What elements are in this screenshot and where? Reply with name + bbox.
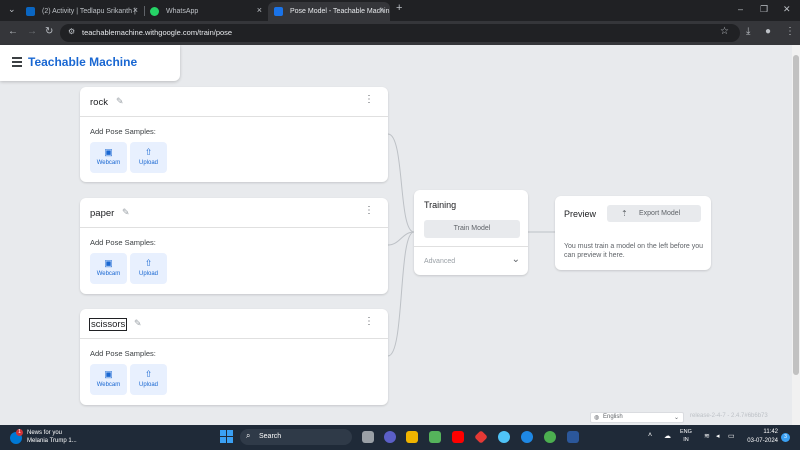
start-button[interactable] xyxy=(220,430,233,443)
clock[interactable]: 11:42 03-07-2024 xyxy=(740,428,778,446)
app-icon[interactable] xyxy=(498,431,510,443)
globe-icon: ◍ xyxy=(594,415,600,421)
class-name[interactable]: rock xyxy=(90,97,108,108)
upload-button[interactable]: ⇧ Upload xyxy=(130,142,167,173)
class-options-icon[interactable]: ⋮ xyxy=(364,95,374,105)
pencil-edit-icon[interactable]: ✎ xyxy=(134,318,142,329)
chevron-down-icon: ⌄ xyxy=(673,415,679,421)
pencil-edit-icon[interactable]: ✎ xyxy=(122,207,130,218)
chat-icon[interactable] xyxy=(384,431,396,443)
store-icon[interactable] xyxy=(429,431,441,443)
upload-icon: ⇧ xyxy=(144,258,153,268)
class-options-icon[interactable]: ⋮ xyxy=(364,206,374,216)
add-samples-label: Add Pose Samples: xyxy=(90,238,156,247)
notification-icon[interactable]: 3 xyxy=(781,433,790,442)
windows-taskbar: 1 News for you Melania Trump 1... ⌕ Sear… xyxy=(0,425,800,450)
upload-button[interactable]: ⇧ Upload xyxy=(130,364,167,395)
hamburger-menu-icon[interactable] xyxy=(12,57,22,69)
version-label: release-2-4-7 - 2.4.7#6b6b73 xyxy=(690,413,768,419)
app-icon[interactable] xyxy=(474,430,488,444)
preview-card: Preview ⇡ Export Model You must train a … xyxy=(555,196,711,270)
class-name-input[interactable]: scissors xyxy=(89,318,128,331)
pencil-edit-icon[interactable]: ✎ xyxy=(116,96,124,107)
language-select[interactable]: ◍ English ⌄ xyxy=(590,412,684,423)
onedrive-icon[interactable]: ☁ xyxy=(664,432,671,440)
train-model-button[interactable]: Train Model xyxy=(424,220,520,238)
training-card: Training Train Model Advanced ⌄ xyxy=(414,190,528,275)
class-card-rock: rock ✎ ⋮ Add Pose Samples: ▣ Webcam ⇧ Up… xyxy=(80,87,388,182)
preview-title: Preview xyxy=(564,209,597,219)
class-name[interactable]: paper xyxy=(90,208,114,219)
taskbar-search[interactable]: ⌕ Search xyxy=(240,429,352,445)
class-card-scissors: scissors ✎ ⋮ Add Pose Samples: ▣ Webcam … xyxy=(80,309,388,405)
class-card-paper: paper ✎ ⋮ Add Pose Samples: ▣ Webcam ⇧ U… xyxy=(80,198,388,294)
upload-button[interactable]: ⇧ Upload xyxy=(130,253,167,284)
preview-message: You must train a model on the left befor… xyxy=(564,243,704,259)
wifi-icon[interactable]: ≋ xyxy=(704,432,710,440)
task-view-icon[interactable] xyxy=(362,431,374,443)
export-icon: ⇡ xyxy=(621,209,628,218)
training-title: Training xyxy=(424,200,457,210)
news-badge: 1 xyxy=(16,429,23,436)
upload-icon: ⇧ xyxy=(144,369,153,379)
word-icon[interactable] xyxy=(567,431,579,443)
search-icon: ⌕ xyxy=(246,431,251,440)
webcam-icon: ▣ xyxy=(104,258,113,268)
webcam-icon: ▣ xyxy=(104,147,113,157)
app-header: Teachable Machine xyxy=(0,45,180,81)
input-language[interactable]: ENG IN xyxy=(680,428,692,444)
webcam-button[interactable]: ▣ Webcam xyxy=(90,364,127,395)
battery-icon[interactable]: ▭ xyxy=(728,432,735,440)
edge-icon[interactable] xyxy=(521,431,533,443)
chrome-icon[interactable] xyxy=(544,431,556,443)
youtube-icon[interactable] xyxy=(452,431,464,443)
add-samples-label: Add Pose Samples: xyxy=(90,127,156,136)
chevron-up-icon[interactable]: ˄ xyxy=(648,432,652,439)
webcam-button[interactable]: ▣ Webcam xyxy=(90,253,127,284)
chevron-down-icon[interactable]: ⌄ xyxy=(512,254,520,265)
webcam-button[interactable]: ▣ Webcam xyxy=(90,142,127,173)
webcam-icon: ▣ xyxy=(104,369,113,379)
class-options-icon[interactable]: ⋮ xyxy=(364,317,374,327)
export-model-button[interactable]: ⇡ Export Model xyxy=(607,205,701,222)
upload-icon: ⇧ xyxy=(144,147,153,157)
advanced-toggle[interactable]: Advanced xyxy=(424,258,455,265)
app-title[interactable]: Teachable Machine xyxy=(28,55,137,69)
volume-icon[interactable]: ◂ xyxy=(716,432,720,440)
file-explorer-icon[interactable] xyxy=(406,431,418,443)
add-samples-label: Add Pose Samples: xyxy=(90,349,156,358)
